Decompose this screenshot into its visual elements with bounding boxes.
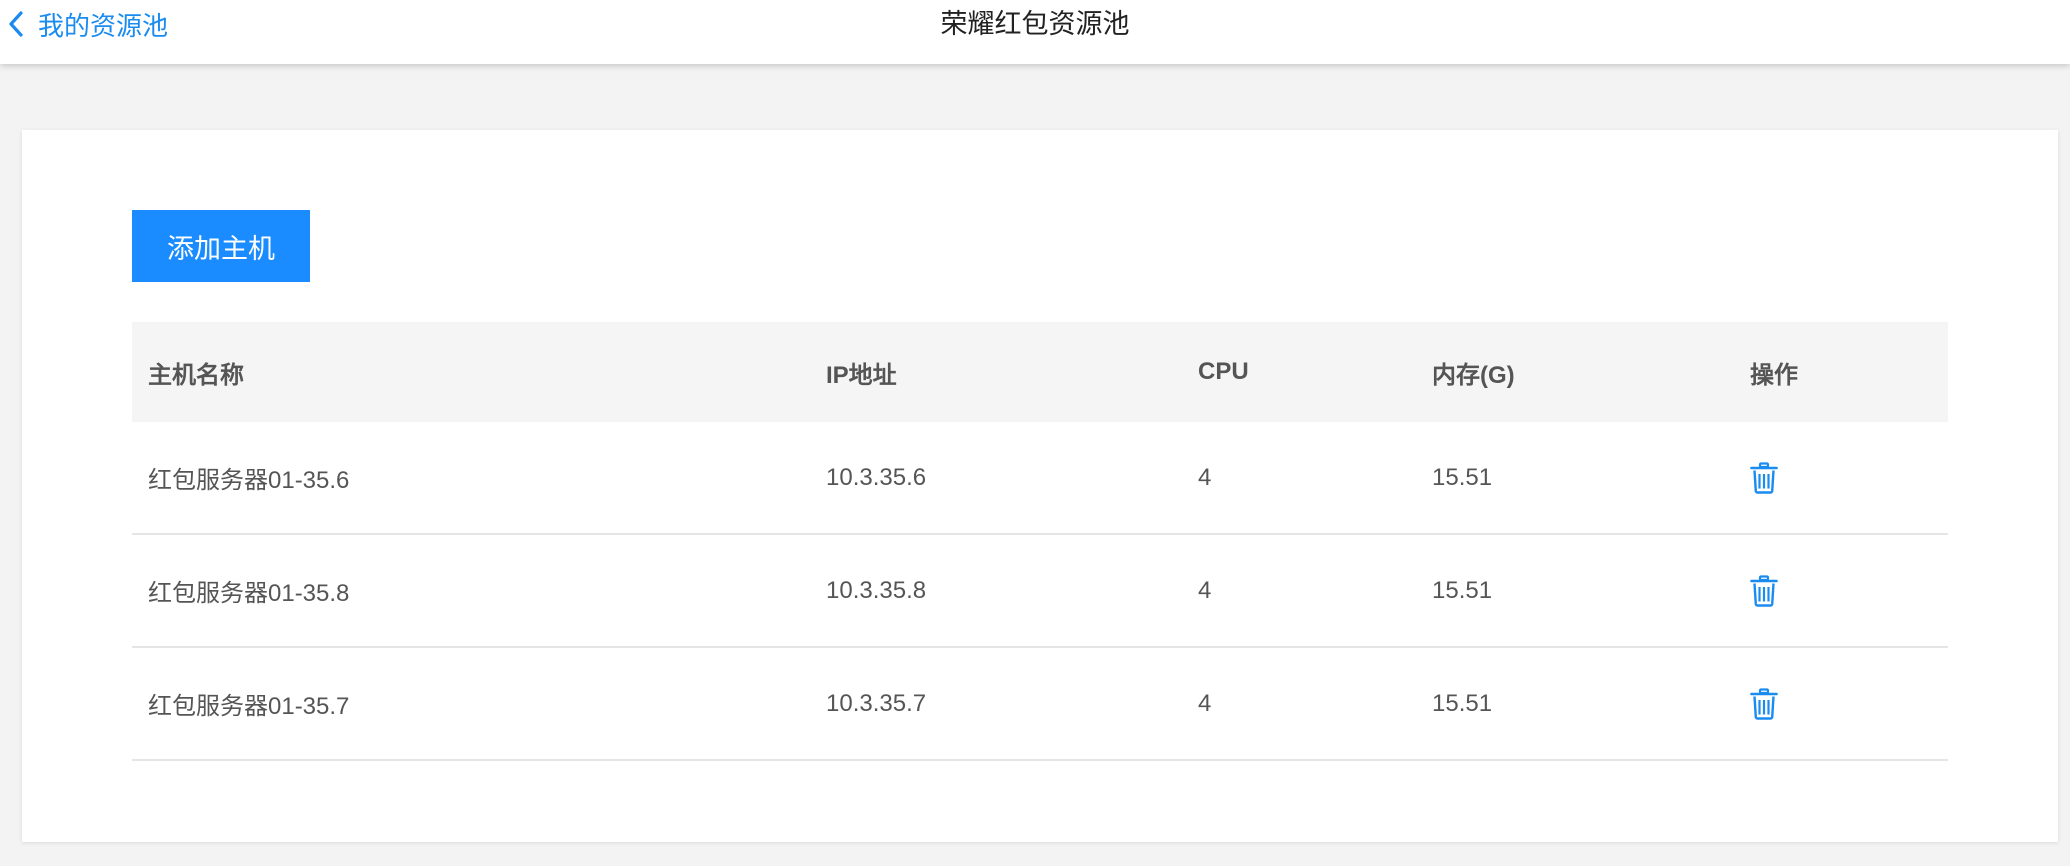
table-row: 红包服务器01-35.6 10.3.35.6 4 15.51	[132, 422, 1948, 535]
actions-cell	[1750, 422, 1778, 533]
resource-pool-card: 添加主机 主机名称 IP地址 CPU 内存(G) 操作 红包服务器01-35.6…	[22, 130, 2058, 842]
host-name-cell: 红包服务器01-35.8	[148, 580, 350, 607]
column-header-cpu: CPU	[1198, 358, 1249, 385]
trash-icon[interactable]	[1750, 687, 1778, 720]
actions-cell	[1750, 648, 1778, 759]
table-row: 红包服务器01-35.7 10.3.35.7 4 15.51	[132, 648, 1948, 761]
memory-cell: 15.51	[1432, 463, 1493, 491]
top-navigation-bar: 我的资源池 荣耀红包资源池	[0, 0, 2070, 64]
trash-icon[interactable]	[1750, 461, 1778, 494]
add-host-button[interactable]: 添加主机	[132, 210, 310, 282]
page-title: 荣耀红包资源池	[940, 9, 1130, 39]
ip-cell: 10.3.35.7	[826, 689, 927, 717]
hosts-table: 主机名称 IP地址 CPU 内存(G) 操作 红包服务器01-35.6 10.3…	[132, 322, 1948, 761]
trash-icon[interactable]	[1750, 574, 1778, 607]
table-header: 主机名称 IP地址 CPU 内存(G) 操作	[132, 322, 1948, 422]
cpu-cell: 4	[1198, 463, 1212, 491]
ip-cell: 10.3.35.8	[826, 576, 927, 604]
cpu-cell: 4	[1198, 689, 1212, 717]
memory-cell: 15.51	[1432, 689, 1493, 717]
column-header-ip: IP地址	[826, 361, 897, 389]
table-row: 红包服务器01-35.8 10.3.35.8 4 15.51	[132, 535, 1948, 648]
actions-cell	[1750, 535, 1778, 646]
memory-cell: 15.51	[1432, 576, 1493, 604]
column-header-memory: 内存(G)	[1432, 361, 1515, 389]
column-header-actions: 操作	[1750, 361, 1798, 389]
host-name-cell: 红包服务器01-35.7	[148, 693, 350, 720]
column-header-host-name: 主机名称	[148, 361, 244, 389]
host-name-cell: 红包服务器01-35.6	[148, 467, 350, 494]
ip-cell: 10.3.35.6	[826, 463, 927, 491]
cpu-cell: 4	[1198, 576, 1212, 604]
